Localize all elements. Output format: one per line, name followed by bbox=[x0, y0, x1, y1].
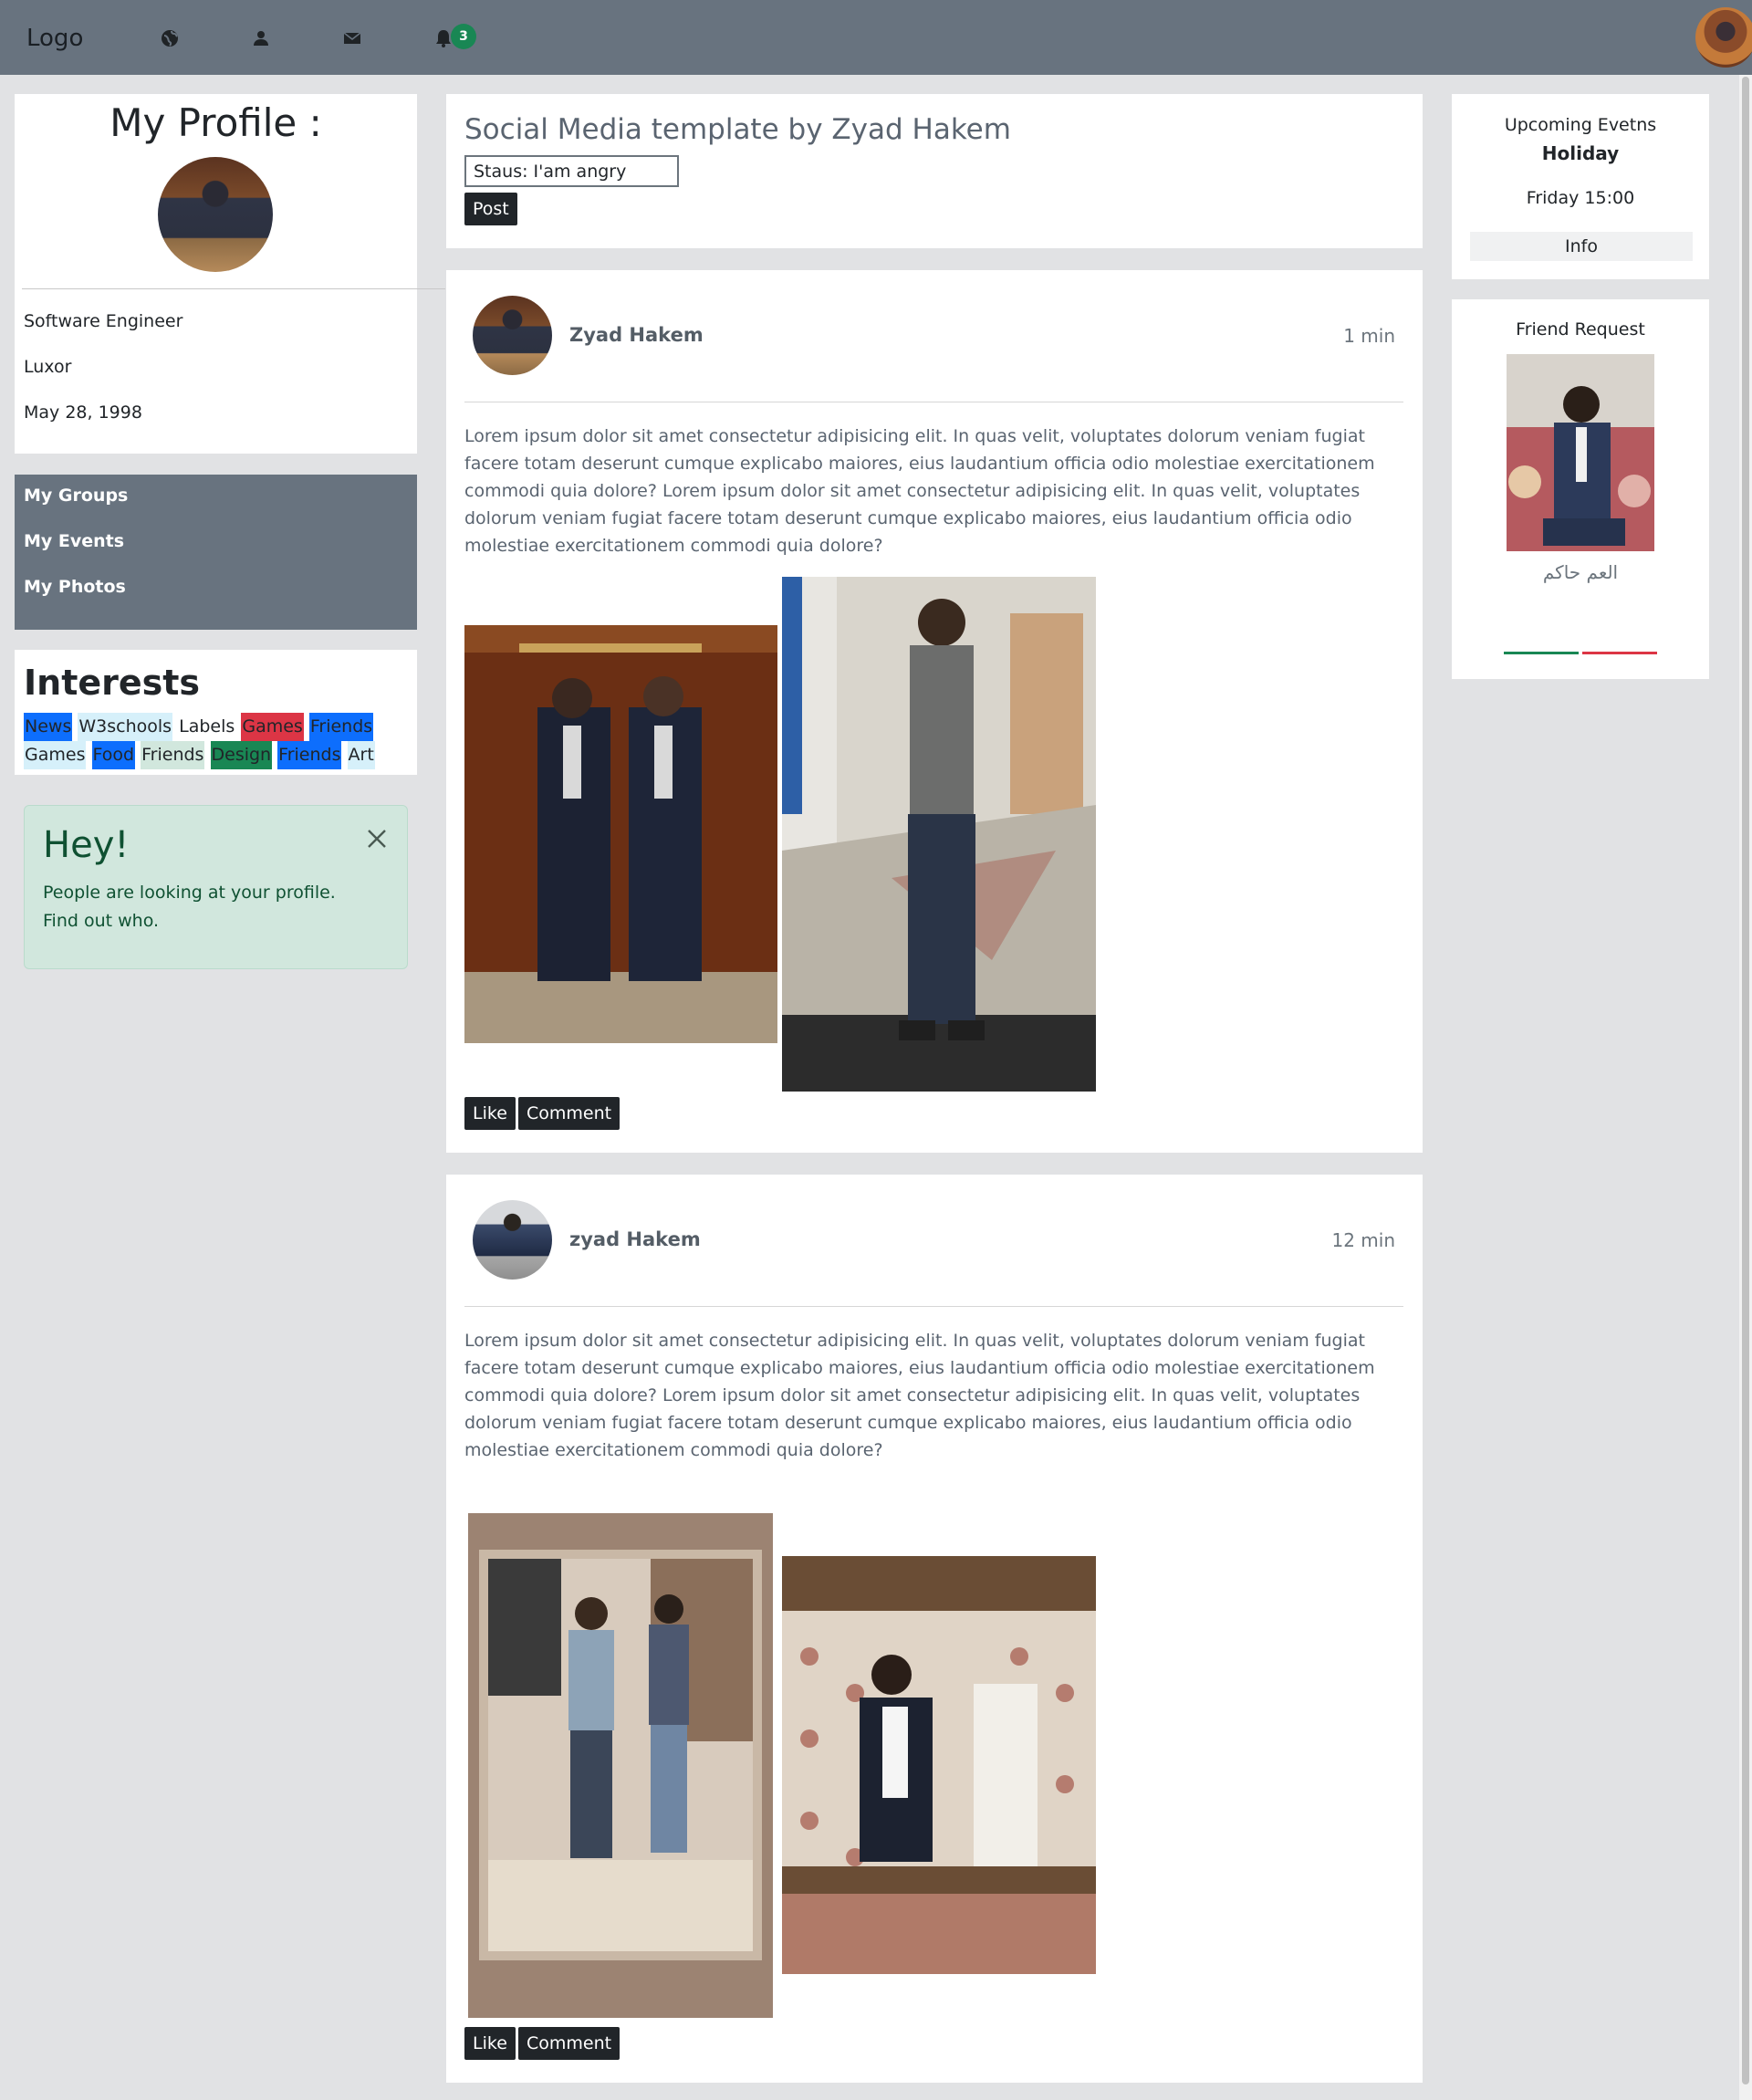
tag-friends[interactable]: Friends bbox=[308, 713, 374, 741]
profile-divider bbox=[22, 288, 445, 289]
post-2-author[interactable]: zyad Hakem bbox=[569, 1228, 701, 1250]
post-1-time: 1 min bbox=[1343, 325, 1395, 347]
tag-games[interactable]: Games bbox=[241, 713, 304, 741]
top-navbar: Logo 3 bbox=[0, 0, 1752, 75]
event-name: Holiday bbox=[1541, 142, 1620, 164]
post-2-photo-1[interactable] bbox=[468, 1513, 773, 2018]
interests-tags: News W3schools Labels Games Friends Game… bbox=[24, 713, 407, 769]
event-time: Friday 15:00 bbox=[1526, 188, 1635, 208]
post-2-comment-button[interactable]: Comment bbox=[518, 2027, 620, 2060]
composer-title: Social Media template by Zyad Hakem bbox=[464, 113, 1011, 146]
profile-avatar bbox=[158, 157, 273, 272]
profile-alert: Hey! People are looking at your profile.… bbox=[24, 805, 408, 969]
decline-button[interactable] bbox=[1582, 652, 1657, 654]
accept-button[interactable] bbox=[1504, 652, 1579, 654]
friend-request-name[interactable]: العم حاكم bbox=[1452, 561, 1709, 583]
tag-food[interactable]: Food bbox=[91, 741, 136, 769]
notification-badge: 3 bbox=[451, 24, 476, 49]
post-2-avatar[interactable] bbox=[473, 1200, 552, 1280]
profile-title: My Profile : bbox=[110, 100, 322, 145]
friend-request-photo[interactable] bbox=[1507, 354, 1654, 551]
post-2-photo-2[interactable] bbox=[782, 1556, 1096, 1974]
post-1-photo-1[interactable] bbox=[464, 625, 777, 1043]
profile-city: Luxor bbox=[24, 357, 72, 377]
tag-w3schools[interactable]: W3schools bbox=[78, 713, 173, 741]
profile-menu: My Groups My Events My Photos bbox=[15, 475, 417, 630]
events-title: Upcoming Evetns bbox=[1504, 115, 1657, 135]
post-2-divider bbox=[464, 1306, 1403, 1307]
interests-title: Interests bbox=[24, 663, 201, 703]
menu-my-groups[interactable]: My Groups bbox=[24, 486, 128, 506]
post-2-text: Lorem ipsum dolor sit amet consectetur a… bbox=[464, 1331, 1375, 1460]
page-scrollbar[interactable] bbox=[1739, 75, 1752, 2100]
post-1-comment-button[interactable]: Comment bbox=[518, 1097, 620, 1130]
post-1-author[interactable]: Zyad Hakem bbox=[569, 324, 704, 346]
profile-card bbox=[15, 94, 417, 454]
event-info-button[interactable]: Info bbox=[1470, 232, 1693, 261]
user-icon[interactable] bbox=[250, 27, 272, 49]
post-1-like-button[interactable]: Like bbox=[464, 1097, 516, 1130]
post-button[interactable]: Post bbox=[464, 193, 517, 225]
alert-text: People are looking at your profile. Find… bbox=[43, 883, 336, 931]
tag-friends-2[interactable]: Friends bbox=[141, 741, 205, 769]
post-2-like-button[interactable]: Like bbox=[464, 2027, 516, 2060]
scrollbar-thumb[interactable] bbox=[1742, 77, 1749, 2084]
status-input[interactable] bbox=[464, 155, 679, 187]
profile-job: Software Engineer bbox=[24, 311, 183, 331]
profile-birthday: May 28, 1998 bbox=[24, 402, 142, 423]
logo[interactable]: Logo bbox=[26, 25, 83, 52]
menu-my-events[interactable]: My Events bbox=[24, 531, 124, 551]
envelope-icon[interactable] bbox=[341, 27, 363, 49]
tag-games-2[interactable]: Games bbox=[24, 741, 87, 769]
menu-my-photos[interactable]: My Photos bbox=[24, 577, 126, 597]
post-1-text: Lorem ipsum dolor sit amet consectetur a… bbox=[464, 426, 1375, 556]
alert-title: Hey! bbox=[43, 824, 130, 866]
post-1-avatar[interactable] bbox=[473, 296, 552, 375]
friend-request-title: Friend Request bbox=[1516, 319, 1645, 340]
tag-art[interactable]: Art bbox=[347, 741, 375, 769]
post-2-time: 12 min bbox=[1331, 1229, 1395, 1251]
globe-icon[interactable] bbox=[159, 27, 181, 49]
post-1-photo-2[interactable] bbox=[782, 577, 1096, 1092]
navbar-avatar[interactable] bbox=[1695, 7, 1752, 68]
tag-friends-3[interactable]: Friends bbox=[277, 741, 342, 769]
close-icon[interactable] bbox=[364, 826, 390, 851]
tag-news[interactable]: News bbox=[24, 713, 73, 741]
tag-labels[interactable]: Labels bbox=[178, 713, 235, 741]
tag-design[interactable]: Design bbox=[210, 741, 273, 769]
